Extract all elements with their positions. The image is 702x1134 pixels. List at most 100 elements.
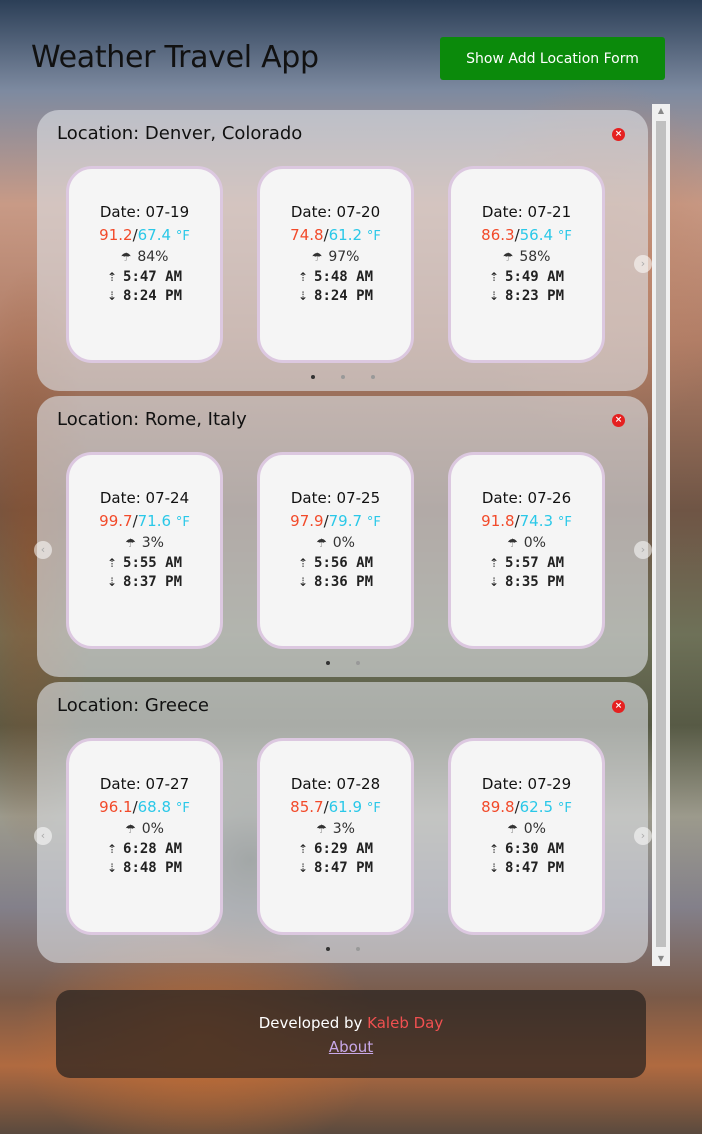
high-temp: 74.8 — [290, 226, 324, 244]
sunset: ⇣ 8:37 PM — [69, 574, 220, 590]
rain-cloud-icon: ☂ — [316, 822, 327, 836]
sunrise: ⇡ 6:29 AM — [260, 841, 411, 857]
sunset-icon: ⇣ — [297, 289, 309, 303]
sunrise-time: 6:28 AM — [123, 841, 183, 857]
sunset: ⇣ 8:47 PM — [451, 860, 602, 876]
forecast-date: Date: 07-28 — [290, 775, 381, 793]
low-temp: 67.4 — [137, 226, 172, 244]
show-add-location-form-button[interactable]: Show Add Location Form — [440, 37, 665, 80]
close-icon[interactable]: × — [612, 700, 625, 713]
low-temp: 79.7 — [328, 512, 363, 530]
sunset-icon: ⇣ — [297, 575, 309, 589]
sunset-icon: ⇣ — [297, 861, 309, 875]
carousel-dot[interactable] — [356, 661, 360, 665]
sunset-time: 8:35 PM — [505, 574, 565, 590]
sunrise-time: 5:49 AM — [505, 269, 565, 285]
locations-list[interactable]: Location: Denver, Colorado × Date: 07-19… — [34, 104, 670, 966]
carousel-dot[interactable] — [326, 661, 330, 665]
high-temp: 91.8 — [481, 512, 515, 530]
chevron-right-icon[interactable]: › — [634, 827, 652, 845]
sunrise-time: 5:48 AM — [314, 269, 374, 285]
forecast-day-card: Date: 07-19 91.2/67.4 °F ☂ 84% ⇡ 5:47 AM ⇣… — [66, 166, 223, 363]
scrollbar-thumb[interactable] — [656, 121, 666, 947]
sunrise-time: 5:55 AM — [123, 555, 183, 571]
temp-unit: °F — [366, 229, 381, 244]
app-title: Weather Travel App — [31, 40, 319, 75]
close-icon[interactable]: × — [612, 414, 625, 427]
sunrise-time: 6:30 AM — [505, 841, 565, 857]
temperature-range: 74.8/61.2 °F — [290, 226, 381, 244]
temperature-range: 86.3/56.4 °F — [481, 226, 572, 244]
sunset: ⇣ 8:36 PM — [260, 574, 411, 590]
footer: Developed by Kaleb Day About — [56, 990, 646, 1078]
sunrise-icon: ⇡ — [488, 842, 500, 856]
temp-unit: °F — [175, 801, 190, 816]
developer-name: Kaleb Day — [367, 1014, 444, 1032]
rain-value: 84% — [137, 249, 169, 265]
low-temp: 61.9 — [328, 798, 363, 816]
temp-unit: °F — [366, 801, 381, 816]
forecast-date: Date: 07-27 — [99, 775, 190, 793]
temperature-range: 96.1/68.8 °F — [99, 798, 190, 816]
forecast-date: Date: 07-25 — [290, 489, 381, 507]
scroll-down-icon[interactable]: ▼ — [652, 952, 670, 966]
rain-cloud-icon: ☂ — [125, 822, 136, 836]
about-link[interactable]: About — [329, 1038, 373, 1056]
rain-cloud-icon: ☂ — [125, 536, 136, 550]
rain-cloud-icon: ☂ — [507, 822, 518, 836]
carousel-dot[interactable] — [311, 375, 315, 379]
rain-chance: ☂ 84% — [69, 249, 220, 265]
temp-unit: °F — [366, 515, 381, 530]
low-temp: 71.6 — [137, 512, 172, 530]
temperature-range: 91.8/74.3 °F — [481, 512, 572, 530]
location-card: Location: Rome, Italy × Date: 07-24 99.7… — [34, 396, 652, 677]
sunset-icon: ⇣ — [488, 289, 500, 303]
forecast-day-card: Date: 07-20 74.8/61.2 °F ☂ 97% ⇡ 5:48 AM ⇣… — [257, 166, 414, 363]
chevron-left-icon[interactable]: ‹ — [34, 541, 52, 559]
carousel-dot[interactable] — [326, 947, 330, 951]
temp-unit: °F — [175, 229, 190, 244]
chevron-right-icon[interactable]: › — [634, 255, 652, 273]
high-temp: 96.1 — [99, 798, 133, 816]
sunrise-icon: ⇡ — [297, 270, 309, 284]
chevron-left-icon[interactable]: ‹ — [34, 827, 52, 845]
sunrise-icon: ⇡ — [297, 556, 309, 570]
sunrise-time: 5:57 AM — [505, 555, 565, 571]
temp-unit: °F — [557, 229, 572, 244]
rain-value: 0% — [332, 535, 355, 551]
forecast-day-card: Date: 07-27 96.1/68.8 °F ☂ 0% ⇡ 6:28 AM ⇣ 8… — [66, 738, 223, 935]
rain-value: 3% — [141, 535, 164, 551]
rain-chance: ☂ 3% — [69, 535, 220, 551]
forecast-date: Date: 07-19 — [99, 203, 190, 221]
close-icon[interactable]: × — [612, 128, 625, 141]
low-temp: 56.4 — [519, 226, 554, 244]
scrollbar[interactable]: ▲ ▼ — [652, 104, 670, 966]
carousel-dot[interactable] — [356, 947, 360, 951]
rain-cloud-icon: ☂ — [120, 250, 132, 264]
sunrise: ⇡ 5:49 AM — [451, 269, 602, 285]
sunrise-icon: ⇡ — [106, 556, 118, 570]
temp-unit: °F — [557, 801, 572, 816]
developer-credit: Developed by Kaleb Day — [56, 1014, 646, 1032]
rain-chance: ☂ 0% — [69, 821, 220, 837]
location-title: Location: Denver, Colorado — [57, 123, 303, 144]
sunrise-time: 6:29 AM — [314, 841, 374, 857]
sunrise-icon: ⇡ — [488, 270, 500, 284]
temp-unit: °F — [175, 515, 190, 530]
temperature-range: 97.9/79.7 °F — [290, 512, 381, 530]
forecast-day-card: Date: 07-28 85.7/61.9 °F ☂ 3% ⇡ 6:29 AM ⇣ 8… — [257, 738, 414, 935]
temperature-range: 99.7/71.6 °F — [99, 512, 190, 530]
sunrise: ⇡ 5:47 AM — [69, 269, 220, 285]
rain-cloud-icon: ☂ — [316, 536, 327, 550]
rain-chance: ☂ 0% — [451, 821, 602, 837]
carousel-dot[interactable] — [341, 375, 345, 379]
temperature-range: 89.8/62.5 °F — [481, 798, 572, 816]
sunset: ⇣ 8:47 PM — [260, 860, 411, 876]
sunset-time: 8:37 PM — [123, 574, 183, 590]
high-temp: 89.8 — [481, 798, 515, 816]
forecast-day-card: Date: 07-24 99.7/71.6 °F ☂ 3% ⇡ 5:55 AM ⇣ 8… — [66, 452, 223, 649]
sunset-icon: ⇣ — [488, 861, 500, 875]
chevron-right-icon[interactable]: › — [634, 541, 652, 559]
scroll-up-icon[interactable]: ▲ — [652, 104, 670, 118]
carousel-dot[interactable] — [371, 375, 375, 379]
